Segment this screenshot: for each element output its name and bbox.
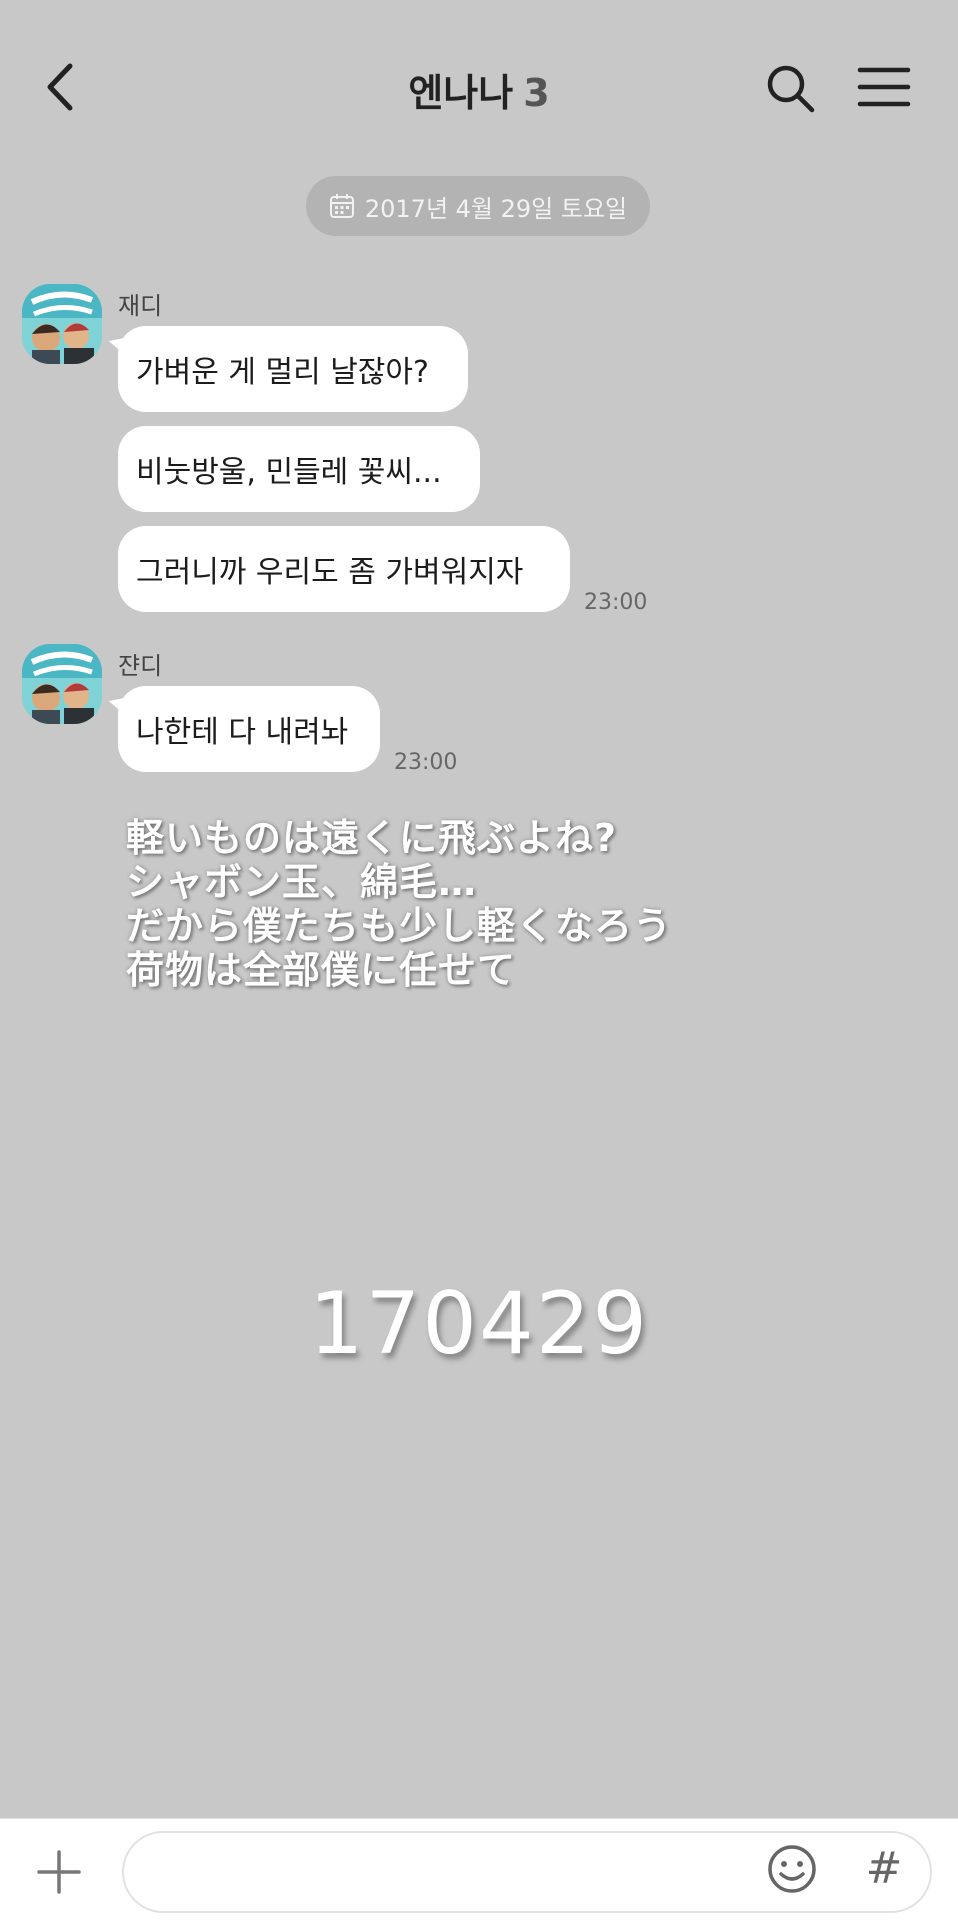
chat-header: 엔나나 3 bbox=[0, 0, 958, 176]
message-bubble[interactable]: 그러니까 우리도 좀 가벼워지자 bbox=[118, 526, 570, 612]
sender-name: 재디 bbox=[118, 292, 163, 320]
message-bubble[interactable]: 가벼운 게 멀리 날잖아? bbox=[118, 326, 468, 412]
message-input-bar: # bbox=[0, 1818, 958, 1921]
lyrics-line: シャボン玉、綿毛… bbox=[126, 860, 478, 904]
hamburger-menu-icon[interactable] bbox=[856, 62, 912, 112]
message-bubble[interactable]: 비눗방울, 민들레 꽃씨... bbox=[118, 426, 480, 512]
message-timestamp: 23:00 bbox=[584, 590, 648, 615]
profile-picture bbox=[22, 284, 102, 364]
lyrics-line: だから僕たちも少し軽くなろう bbox=[126, 904, 673, 948]
search-icon[interactable] bbox=[764, 62, 816, 114]
member-count: 3 bbox=[523, 71, 550, 115]
date-label: 2017년 4월 29일 토요일 bbox=[364, 194, 628, 223]
lyrics-line: 荷物は全部僕に任せて bbox=[126, 948, 517, 992]
emoji-icon[interactable] bbox=[766, 1843, 818, 1895]
hashtag-button[interactable]: # bbox=[858, 1843, 910, 1895]
avatar[interactable] bbox=[22, 284, 102, 364]
date-divider: 2017년 4월 29일 토요일 bbox=[306, 176, 650, 236]
message-timestamp: 23:00 bbox=[394, 750, 458, 775]
lyrics-overlay: 軽いものは遠くに飛ぶよね? シャボン玉、綿毛… だから僕たちも少し軽くなろう 荷… bbox=[126, 816, 672, 992]
avatar[interactable] bbox=[22, 644, 102, 724]
plus-icon[interactable] bbox=[36, 1849, 82, 1895]
date-code-overlay: 170429 bbox=[308, 1274, 650, 1374]
chat-room-name: 엔나나 bbox=[408, 71, 514, 115]
profile-picture bbox=[22, 644, 102, 724]
sender-name: 쟌디 bbox=[118, 652, 163, 680]
message-bubble[interactable]: 나한테 다 내려놔 bbox=[118, 686, 380, 772]
calendar-icon bbox=[329, 194, 354, 218]
lyrics-line: 軽いものは遠くに飛ぶよね? bbox=[126, 816, 618, 860]
